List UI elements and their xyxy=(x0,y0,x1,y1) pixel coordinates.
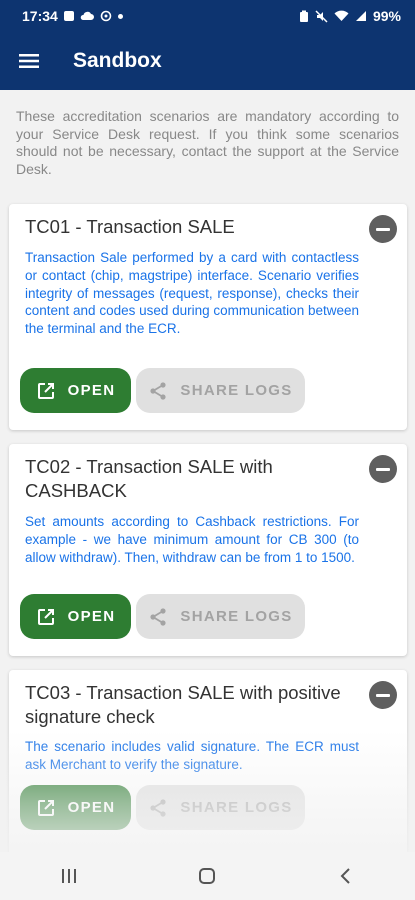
scenario-title: TC01 - Transaction SALE xyxy=(25,216,235,237)
share-logs-label: SHARE LOGS xyxy=(180,382,293,399)
app-bar: Sandbox xyxy=(0,32,415,90)
sync-notification-icon xyxy=(100,10,112,22)
remove-scenario-button[interactable] xyxy=(369,215,397,243)
system-navigation-bar xyxy=(0,852,415,900)
status-bar: 17:34 99% xyxy=(0,0,415,32)
scenario-description: Transaction Sale performed by a card wit… xyxy=(25,250,359,337)
share-logs-label: SHARE LOGS xyxy=(180,799,293,816)
open-label: OPEN xyxy=(67,382,116,399)
remove-scenario-button[interactable] xyxy=(369,455,397,483)
minus-icon xyxy=(376,693,390,697)
signal-icon xyxy=(355,11,366,21)
share-icon xyxy=(148,607,168,627)
scenario-list[interactable]: These accreditation scenarios are mandat… xyxy=(0,90,415,852)
cloud-notification-icon xyxy=(80,11,94,20)
open-in-new-icon xyxy=(36,607,56,627)
wifi-icon xyxy=(334,10,349,21)
open-in-new-icon xyxy=(36,381,56,401)
back-button[interactable] xyxy=(316,856,376,896)
scenario-title: TC03 - Transaction SALE with positive si… xyxy=(25,682,341,727)
battery-saver-icon xyxy=(299,10,308,22)
mute-icon xyxy=(315,9,328,23)
share-logs-button[interactable]: SHARE LOGS xyxy=(136,785,305,830)
remove-scenario-button[interactable] xyxy=(369,681,397,709)
recent-apps-icon xyxy=(62,869,77,883)
scenario-description: Set amounts according to Cashback restri… xyxy=(25,514,359,565)
open-button[interactable]: OPEN xyxy=(20,368,131,413)
open-label: OPEN xyxy=(67,608,116,625)
share-icon xyxy=(148,381,168,401)
open-label: OPEN xyxy=(67,799,116,816)
scenario-card: TC02 - Transaction SALE with CASHBACK Se… xyxy=(9,444,407,656)
open-button[interactable]: OPEN xyxy=(20,594,131,639)
minus-icon xyxy=(376,467,390,471)
scenario-card: TC03 - Transaction SALE with positive si… xyxy=(9,670,407,852)
minus-icon xyxy=(376,227,390,231)
home-icon xyxy=(199,868,216,884)
gallery-notification-icon xyxy=(63,11,74,21)
share-logs-button[interactable]: SHARE LOGS xyxy=(136,594,305,639)
status-time: 17:34 xyxy=(22,8,58,24)
open-button[interactable]: OPEN xyxy=(20,785,131,830)
back-icon xyxy=(340,868,350,884)
battery-level: 99% xyxy=(372,8,401,24)
share-logs-label: SHARE LOGS xyxy=(180,608,293,625)
home-button[interactable] xyxy=(177,856,237,896)
intro-text: These accreditation scenarios are mandat… xyxy=(16,108,399,177)
scenario-description: The scenario includes valid signature. T… xyxy=(25,739,359,772)
open-in-new-icon xyxy=(36,798,56,818)
scenario-card: TC01 - Transaction SALE Transaction Sale… xyxy=(9,204,407,430)
recent-apps-button[interactable] xyxy=(39,856,99,896)
more-notifications-dot xyxy=(117,13,123,19)
hamburger-menu-icon[interactable] xyxy=(0,32,58,90)
page-title: Sandbox xyxy=(73,49,162,72)
scenario-title: TC02 - Transaction SALE with CASHBACK xyxy=(25,456,273,501)
share-icon xyxy=(148,798,168,818)
share-logs-button[interactable]: SHARE LOGS xyxy=(136,368,305,413)
